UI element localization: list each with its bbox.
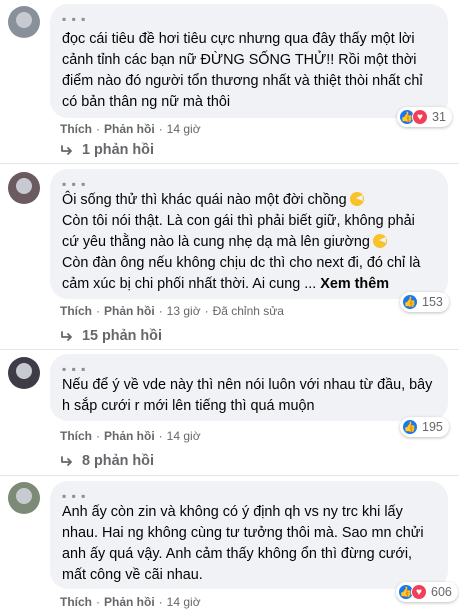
reply-button[interactable]: Phản hồi	[104, 122, 155, 136]
avatar[interactable]	[8, 172, 40, 204]
comment-time[interactable]: 14 giờ	[167, 429, 201, 443]
separator-dot: ·	[158, 429, 163, 443]
comment-author[interactable]: ▪ ▪ ▪	[62, 362, 436, 376]
replies-label: 1 phản hồi	[82, 142, 154, 158]
separator-dot: ·	[96, 304, 100, 318]
pacman-emoji-icon	[372, 234, 387, 248]
comment-line: cảnh tỉnh các bạn nữ ĐỪNG SỐNG THỬ!! Rồi…	[62, 52, 417, 68]
replies-label: 8 phản hồi	[82, 453, 154, 469]
comment-line-text: cảm xúc bị chi phối nhất thời. Ai cung .…	[62, 276, 317, 292]
comment-line: có bản thân ng nữ mà thôi	[62, 94, 231, 110]
comment-line: điểm nào đó người tổn thương nhất và thi…	[62, 73, 423, 89]
pacman-emoji-icon	[349, 192, 364, 206]
comment-actions: Thích · Phản hồi · 14 giờ	[60, 594, 201, 610]
reaction-count: 195	[422, 420, 443, 434]
separator-dot: ·	[96, 595, 100, 609]
comment-bubble: ▪ ▪ ▪ Ôi sống thử thì khác quái nào một …	[50, 169, 448, 299]
separator-dot: ·	[158, 122, 163, 136]
see-more-link[interactable]: Xem thêm	[320, 276, 389, 292]
comment-actions: Thích · Phản hồi · 14 giờ	[60, 428, 201, 444]
separator-dot: ·	[158, 304, 163, 318]
comment-time[interactable]: 13 giờ	[167, 304, 201, 318]
comment-bubble: ▪ ▪ ▪ Anh ấy còn zin và không có ý định …	[50, 481, 448, 589]
separator-dot: ·	[204, 304, 209, 318]
comment-line: nhau. Hai ng không cùng tư tưởng thôi mà…	[62, 525, 424, 541]
comment-bubble: ▪ ▪ ▪ đọc cái tiêu đề hơi tiêu cực nhưng…	[50, 4, 448, 118]
avatar[interactable]	[8, 6, 40, 38]
avatar[interactable]	[8, 482, 40, 514]
comment-line-text: Ôi sống thử thì khác quái nào một đời ch…	[62, 192, 347, 208]
comment-actions: Thích · Phản hồi · 13 giờ · Đã chỉnh sửa	[60, 303, 284, 319]
reply-arrow-icon	[61, 456, 72, 466]
comment-line: Nếu để ý về vde này thì nên nói luôn với…	[62, 377, 433, 393]
comment-line: Ôi sống thử thì khác quái nào một đời ch…	[62, 190, 436, 211]
reply-button[interactable]: Phản hồi	[104, 595, 155, 609]
comment-time[interactable]: 14 giờ	[167, 595, 201, 609]
reply-button[interactable]: Phản hồi	[104, 304, 155, 318]
comment-line: đọc cái tiêu đề hơi tiêu cực nhưng qua đ…	[62, 31, 415, 47]
like-button[interactable]: Thích	[60, 122, 92, 136]
comment-line: Anh ấy còn zin và không có ý định qh vs …	[62, 504, 403, 520]
divider	[0, 349, 459, 350]
comment-author[interactable]: ▪ ▪ ▪	[62, 489, 436, 503]
reply-arrow-icon	[61, 331, 72, 341]
like-icon: 👍	[402, 419, 418, 435]
reaction-summary[interactable]: 👍 195	[400, 417, 449, 437]
comment-line-text: cứ yêu thằng nào là cung nhẹ dạ mà lên g…	[62, 234, 370, 250]
like-button[interactable]: Thích	[60, 595, 92, 609]
comment-line: h sắp cưới r mới lên tiếng thì quá muộn	[62, 398, 315, 414]
reply-arrow-icon	[61, 145, 72, 155]
comment-author[interactable]: ▪ ▪ ▪	[62, 177, 436, 191]
like-button[interactable]: Thích	[60, 429, 92, 443]
reaction-count: 31	[432, 110, 446, 124]
love-icon: ♥	[411, 584, 427, 600]
divider	[0, 475, 459, 476]
like-icon: 👍	[402, 294, 418, 310]
comment-actions: Thích · Phản hồi · 14 giờ	[60, 121, 201, 137]
comment-line: mất công về cãi nhau.	[62, 567, 203, 583]
comment-author[interactable]: ▪ ▪ ▪	[62, 12, 436, 26]
separator-dot: ·	[158, 595, 163, 609]
comment-text: Ôi sống thử thì khác quái nào một đời ch…	[62, 190, 436, 295]
comment-line: Còn đàn ông nếu không chịu dc thì cho ne…	[62, 255, 421, 271]
reaction-summary[interactable]: 👍 153	[400, 292, 449, 312]
view-replies-button[interactable]: 1 phản hồi	[60, 140, 154, 160]
separator-dot: ·	[96, 429, 100, 443]
divider	[0, 163, 459, 164]
reaction-summary[interactable]: 👍 ♥ 606	[396, 582, 458, 602]
like-button[interactable]: Thích	[60, 304, 92, 318]
replies-label: 15 phản hồi	[82, 328, 162, 344]
comment-line: Còn tôi nói thật. Là con gái thì phải bi…	[62, 213, 415, 229]
reply-button[interactable]: Phản hồi	[104, 429, 155, 443]
comment-line: cảm xúc bị chi phối nhất thời. Ai cung .…	[62, 274, 436, 295]
love-icon: ♥	[412, 109, 428, 125]
comment-bubble: ▪ ▪ ▪ Nếu để ý về vde này thì nên nói lu…	[50, 354, 448, 421]
comment-text: Nếu để ý về vde này thì nên nói luôn với…	[62, 375, 436, 417]
comment-time[interactable]: 14 giờ	[167, 122, 201, 136]
comment-text: đọc cái tiêu đề hơi tiêu cực nhưng qua đ…	[62, 29, 436, 113]
view-replies-button[interactable]: 15 phản hồi	[60, 326, 162, 346]
reaction-summary[interactable]: 👍 ♥ 31	[397, 107, 452, 127]
comment-line: cứ yêu thằng nào là cung nhẹ dạ mà lên g…	[62, 232, 436, 253]
edited-label[interactable]: Đã chỉnh sửa	[213, 304, 284, 318]
comment-text: Anh ấy còn zin và không có ý định qh vs …	[62, 502, 436, 586]
view-replies-button[interactable]: 8 phản hồi	[60, 451, 154, 471]
avatar[interactable]	[8, 357, 40, 389]
comment-line: anh ấy quá vậy. Anh cảm thấy không ổn th…	[62, 546, 413, 562]
separator-dot: ·	[96, 122, 100, 136]
reaction-count: 606	[431, 585, 452, 599]
reaction-count: 153	[422, 295, 443, 309]
